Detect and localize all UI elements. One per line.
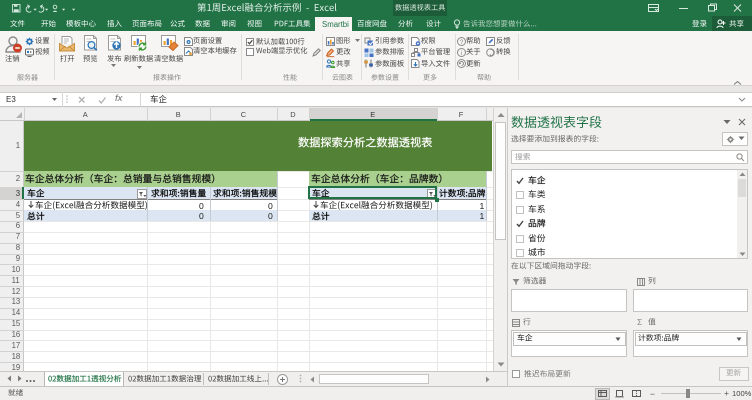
svg-text:?: ? [460, 39, 464, 46]
svg-text:i: i [461, 50, 462, 57]
